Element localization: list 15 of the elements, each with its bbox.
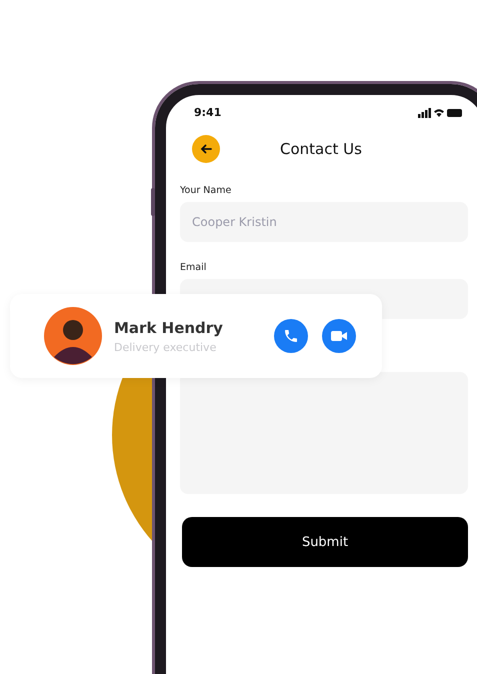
submit-button[interactable]: Submit (182, 517, 468, 567)
field-label: Email (180, 262, 208, 273)
back-button[interactable] (192, 135, 220, 163)
contact-name: Mark Hendry (114, 318, 224, 336)
avatar (44, 307, 102, 365)
status-time: 9:41 (194, 106, 222, 119)
field-label: Your Name (180, 185, 232, 196)
phone-icon (283, 328, 299, 344)
status-icons (418, 108, 462, 118)
input-field[interactable]: Cooper Kristin (180, 202, 468, 242)
video-camera-icon (331, 330, 347, 342)
call-button[interactable] (274, 319, 308, 353)
screen-title: Contact Us (280, 140, 362, 158)
arrow-left-icon (200, 144, 212, 154)
video-call-button[interactable] (322, 319, 356, 353)
